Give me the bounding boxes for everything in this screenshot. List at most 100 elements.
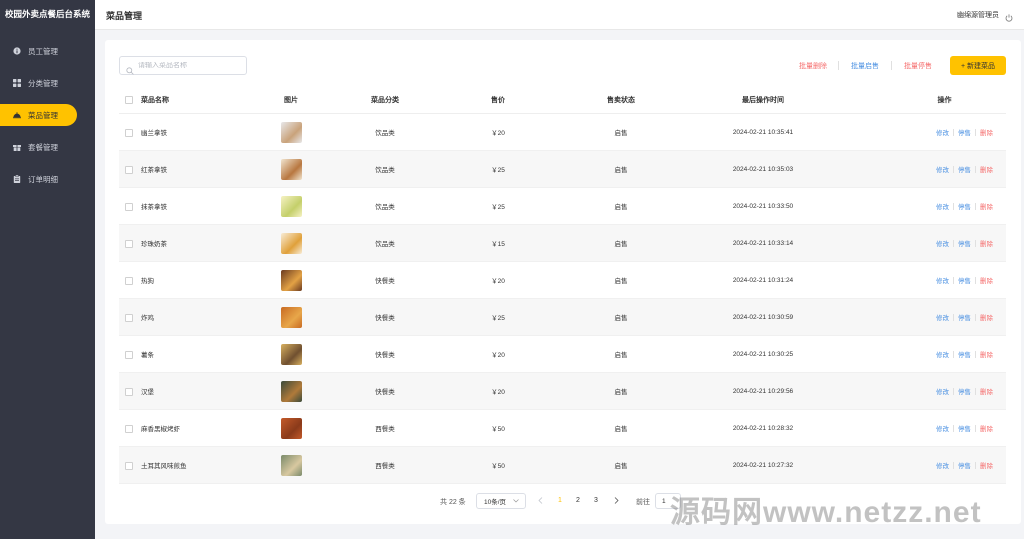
sidebar-item-dishes[interactable]: 菜品管理 xyxy=(0,104,77,126)
cell-status: 启售 xyxy=(559,261,683,299)
edit-button[interactable]: 修改 xyxy=(936,460,949,470)
edit-button[interactable]: 修改 xyxy=(936,386,949,396)
action-divider xyxy=(953,276,954,284)
table-header-category: 菜品分类 xyxy=(333,86,437,114)
delete-button[interactable]: 删除 xyxy=(980,312,993,322)
cell-status: 启售 xyxy=(559,409,683,447)
delete-button[interactable]: 删除 xyxy=(980,423,993,433)
row-checkbox[interactable] xyxy=(125,462,133,471)
sidebar-item-setmeals[interactable]: 套餐管理 xyxy=(0,136,95,158)
select-all-checkbox[interactable] xyxy=(125,95,133,104)
admin-username[interactable]: 幽绵源管理员 xyxy=(957,10,999,20)
action-divider xyxy=(975,313,976,321)
row-checkbox[interactable] xyxy=(125,203,133,212)
top-header: 菜品管理 幽绵源管理员 xyxy=(95,0,1024,30)
dish-thumbnail xyxy=(280,195,302,217)
delete-button[interactable]: 删除 xyxy=(980,201,993,211)
delete-button[interactable]: 删除 xyxy=(980,127,993,137)
cell-price: ￥50 xyxy=(437,446,559,484)
search-box[interactable] xyxy=(119,56,247,75)
dish-name: 薯条 xyxy=(141,351,154,359)
sidebar-item-label: 分类管理 xyxy=(28,78,58,88)
row-checkbox[interactable] xyxy=(125,277,133,286)
disable-button[interactable]: 停售 xyxy=(958,201,971,211)
table-header-price: 售价 xyxy=(437,86,559,114)
cell-image xyxy=(249,113,333,151)
row-checkbox[interactable] xyxy=(125,314,133,323)
dish-name: 麻香黑椒烤虾 xyxy=(141,425,180,433)
edit-button[interactable]: 修改 xyxy=(936,349,949,359)
add-dish-button[interactable]: + 新建菜品 xyxy=(950,56,1006,75)
disable-button[interactable]: 停售 xyxy=(958,238,971,248)
batch-enable-button[interactable]: 批量启售 xyxy=(851,61,879,71)
cell-actions: 修改 停售 删除 xyxy=(843,261,1006,299)
row-checkbox[interactable] xyxy=(125,240,133,249)
edit-button[interactable]: 修改 xyxy=(936,423,949,433)
next-page-button[interactable] xyxy=(614,497,619,506)
sidebar-item-orders[interactable]: 订单明细 xyxy=(0,168,95,190)
action-divider xyxy=(975,165,976,173)
cell-category: 快餐类 xyxy=(333,261,437,299)
goto-label: 前往 xyxy=(636,499,650,506)
edit-button[interactable]: 修改 xyxy=(936,127,949,137)
cell-time: 2024-02-21 10:29:56 xyxy=(683,372,843,410)
edit-button[interactable]: 修改 xyxy=(936,201,949,211)
row-checkbox[interactable] xyxy=(125,388,133,397)
disable-button[interactable]: 停售 xyxy=(958,349,971,359)
row-checkbox[interactable] xyxy=(125,351,133,360)
cell-name: 薯条 xyxy=(119,335,249,373)
edit-button[interactable]: 修改 xyxy=(936,238,949,248)
edit-button[interactable]: 修改 xyxy=(936,275,949,285)
watermark: 源码网www.netzz.net xyxy=(670,496,982,529)
edit-button[interactable]: 修改 xyxy=(936,312,949,322)
action-divider xyxy=(975,202,976,210)
clipboard-icon xyxy=(13,175,21,183)
delete-button[interactable]: 删除 xyxy=(980,164,993,174)
cell-actions: 修改 停售 删除 xyxy=(843,224,1006,262)
disable-button[interactable]: 停售 xyxy=(958,275,971,285)
cell-name: 热狗 xyxy=(119,261,249,299)
disable-button[interactable]: 停售 xyxy=(958,386,971,396)
row-checkbox[interactable] xyxy=(125,425,133,434)
disable-button[interactable]: 停售 xyxy=(958,127,971,137)
delete-button[interactable]: 删除 xyxy=(980,349,993,359)
toolbar-divider xyxy=(891,61,892,70)
delete-button[interactable]: 删除 xyxy=(980,275,993,285)
row-checkbox[interactable] xyxy=(125,166,133,175)
table-row: 珍珠奶茶 饮品类 ￥15 启售 2024-02-21 10:33:14 修改 停售 删除 xyxy=(119,224,1006,262)
disable-button[interactable]: 停售 xyxy=(958,312,971,322)
page-2-button[interactable]: 2 xyxy=(576,497,580,504)
page-size-select[interactable]: 10条/页 xyxy=(476,493,526,509)
batch-disable-button[interactable]: 批量停售 xyxy=(904,61,932,71)
cell-time: 2024-02-21 10:35:03 xyxy=(683,150,843,188)
row-checkbox[interactable] xyxy=(125,129,133,138)
table-row: 汉堡 快餐类 ￥20 启售 2024-02-21 10:29:56 修改 停售 删除 xyxy=(119,372,1006,410)
chevron-down-icon xyxy=(513,498,519,505)
action-divider xyxy=(953,387,954,395)
sidebar-item-employees[interactable]: 员工管理 xyxy=(0,40,95,62)
disable-button[interactable]: 停售 xyxy=(958,423,971,433)
cell-name: 炸鸡 xyxy=(119,298,249,336)
cell-time: 2024-02-21 10:28:32 xyxy=(683,409,843,447)
disable-button[interactable]: 停售 xyxy=(958,164,971,174)
cell-name: 珍珠奶茶 xyxy=(119,224,249,262)
edit-button[interactable]: 修改 xyxy=(936,164,949,174)
disable-button[interactable]: 停售 xyxy=(958,460,971,470)
page-1-button[interactable]: 1 xyxy=(558,497,562,504)
page-title: 菜品管理 xyxy=(106,11,143,21)
cell-actions: 修改 停售 删除 xyxy=(843,372,1006,410)
delete-button[interactable]: 删除 xyxy=(980,460,993,470)
page-3-button[interactable]: 3 xyxy=(594,497,598,504)
cell-actions: 修改 停售 删除 xyxy=(843,150,1006,188)
cell-name: 抹茶拿铁 xyxy=(119,187,249,225)
batch-delete-button[interactable]: 批量删除 xyxy=(799,61,827,71)
search-input[interactable] xyxy=(138,62,238,69)
power-icon[interactable] xyxy=(1005,9,1013,22)
delete-button[interactable]: 删除 xyxy=(980,386,993,396)
sidebar-item-label: 订单明细 xyxy=(28,174,58,184)
table-row: 炸鸡 快餐类 ￥25 启售 2024-02-21 10:30:59 修改 停售 删除 xyxy=(119,298,1006,336)
cell-category: 饮品类 xyxy=(333,224,437,262)
prev-page-button[interactable] xyxy=(538,497,543,506)
delete-button[interactable]: 删除 xyxy=(980,238,993,248)
sidebar-item-categories[interactable]: 分类管理 xyxy=(0,72,95,94)
